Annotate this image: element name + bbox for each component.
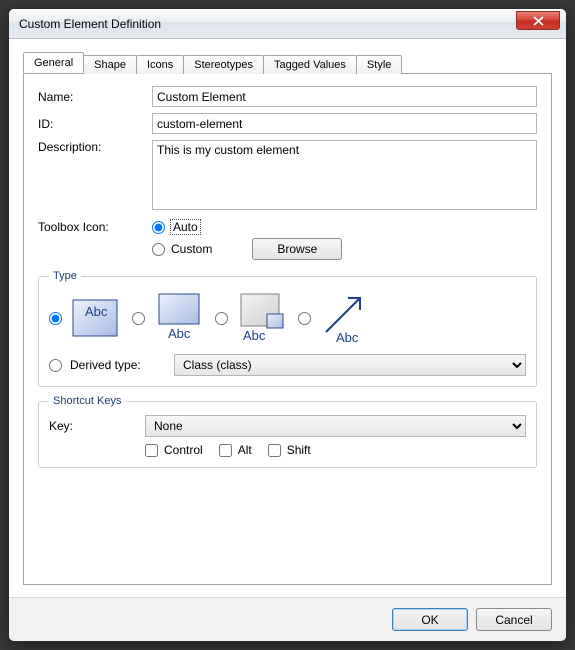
shift-checkbox[interactable] xyxy=(268,444,281,457)
close-icon xyxy=(533,16,544,26)
close-button[interactable] xyxy=(516,11,560,30)
derived-type-label: Derived type: xyxy=(70,358,168,372)
control-checkbox[interactable] xyxy=(145,444,158,457)
name-label: Name: xyxy=(38,90,152,104)
browse-button[interactable]: Browse xyxy=(252,238,342,260)
type-icon-class[interactable]: Abc xyxy=(68,290,124,346)
shortcut-group: Shortcut Keys Key: None Control Alt Shif… xyxy=(38,395,537,468)
client-area: General Shape Icons Stereotypes Tagged V… xyxy=(9,39,566,597)
shift-label: Shift xyxy=(287,443,311,457)
id-label: ID: xyxy=(38,117,152,131)
toolbox-label: Toolbox Icon: xyxy=(38,220,152,234)
id-field[interactable] xyxy=(152,113,537,134)
type-radio-4[interactable] xyxy=(298,312,311,325)
dialog-window: Custom Element Definition General Shape … xyxy=(8,8,567,642)
tab-stereotypes[interactable]: Stereotypes xyxy=(183,55,264,74)
tab-strip: General Shape Icons Stereotypes Tagged V… xyxy=(23,51,552,73)
type-radio-3[interactable] xyxy=(215,312,228,325)
window-title: Custom Element Definition xyxy=(19,17,516,31)
svg-text:Abc: Abc xyxy=(243,328,266,343)
tab-tagged-values[interactable]: Tagged Values xyxy=(263,55,357,74)
tab-shape[interactable]: Shape xyxy=(83,55,137,74)
toolbox-custom-radio[interactable] xyxy=(152,243,165,256)
key-select[interactable]: None xyxy=(145,415,526,437)
type-icon-small-overlay[interactable]: Abc xyxy=(234,290,290,346)
type-group: Type Abc xyxy=(38,270,537,387)
control-label: Control xyxy=(164,443,203,457)
derived-type-radio[interactable] xyxy=(49,359,62,372)
toolbox-auto-label: Auto xyxy=(171,220,200,234)
type-radio-2[interactable] xyxy=(132,312,145,325)
tab-page-general: Name: ID: Description: This is my custom… xyxy=(23,73,552,585)
tab-general[interactable]: General xyxy=(23,52,84,73)
svg-text:Abc: Abc xyxy=(336,330,359,344)
alt-checkbox[interactable] xyxy=(219,444,232,457)
key-label: Key: xyxy=(49,419,145,433)
toolbox-custom-label: Custom xyxy=(171,242,212,256)
ok-button[interactable]: OK xyxy=(392,608,468,631)
description-field[interactable]: This is my custom element xyxy=(152,140,537,210)
description-label: Description: xyxy=(38,140,152,154)
toolbox-auto-radio[interactable] xyxy=(152,221,165,234)
svg-text:Abc: Abc xyxy=(168,326,191,341)
name-field[interactable] xyxy=(152,86,537,107)
type-legend: Type xyxy=(49,270,81,282)
type-icon-label-below[interactable]: Abc xyxy=(151,290,207,346)
alt-label: Alt xyxy=(238,443,252,457)
button-bar: OK Cancel xyxy=(9,597,566,641)
tab-icons[interactable]: Icons xyxy=(136,55,184,74)
type-icon-arrow[interactable]: Abc xyxy=(317,290,373,346)
shortcut-legend: Shortcut Keys xyxy=(49,395,125,407)
titlebar[interactable]: Custom Element Definition xyxy=(9,9,566,39)
svg-text:Abc: Abc xyxy=(85,304,108,319)
tab-style[interactable]: Style xyxy=(356,55,402,74)
cancel-button[interactable]: Cancel xyxy=(476,608,552,631)
type-radio-1[interactable] xyxy=(49,312,62,325)
derived-type-select[interactable]: Class (class) xyxy=(174,354,526,376)
